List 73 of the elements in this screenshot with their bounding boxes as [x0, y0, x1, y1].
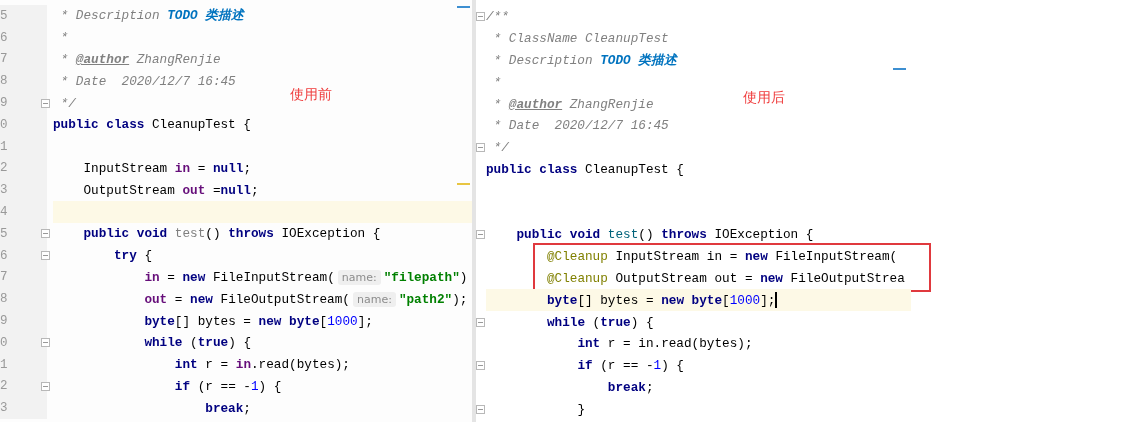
scroll-marker [457, 6, 470, 8]
code-text: while (true) { [144, 335, 251, 351]
code-text: if (r == -1) { [174, 378, 282, 394]
code-text: * Description TODO 类描述 [492, 52, 678, 69]
fold-icon[interactable] [41, 338, 50, 348]
code-text: @Cleanup InputStream in = new FileInputStream( [546, 249, 898, 265]
annotation-label: 使用后 [743, 89, 785, 107]
line-number: 9 [0, 314, 9, 329]
line-number: 7 [0, 52, 9, 67]
code-text: public void test() throws IOException { [83, 226, 381, 242]
code-text: public void test() throws IOException { [516, 227, 814, 243]
line-number: 1 [0, 357, 9, 372]
code-text: * [59, 30, 69, 46]
code-text: if (r == -1) { [577, 358, 684, 374]
code-text: int r = in.read(bytes); [577, 336, 753, 352]
line-number: 2 [0, 161, 9, 176]
line-number: 0 [0, 117, 9, 132]
fold-icon[interactable] [476, 230, 485, 240]
code-text: */ [492, 140, 509, 156]
line-number: 0 [0, 335, 9, 350]
scroll-marker [457, 183, 470, 185]
line-number: 4 [0, 205, 9, 220]
code-text: */ [59, 95, 76, 111]
code-text: @Cleanup OutputStream out = new FileOutputStrea [546, 270, 905, 286]
code-text: OutputStream out =null; [83, 182, 259, 198]
parameter-hint: name: [337, 269, 381, 285]
code-text: in = new FileInputStream( [144, 269, 335, 285]
code-text: * Date 2020/12/7 16:45 [59, 73, 236, 89]
line-number: 2 [0, 379, 9, 394]
fold-icon[interactable] [476, 361, 485, 371]
code-text: break; [607, 379, 654, 395]
code-text: * [492, 74, 502, 90]
line-number: 9 [0, 96, 9, 111]
code-text: * @author ZhangRenjie [492, 96, 654, 112]
code-text: byte[] bytes = new byte[1000]; [546, 292, 776, 308]
fold-icon[interactable] [476, 404, 485, 414]
code-text: int r = in.read(bytes); [174, 357, 350, 373]
line-number: 7 [0, 270, 9, 285]
code-text: while (true) { [546, 314, 654, 330]
line-number: 8 [0, 292, 9, 307]
line-number: 5 [0, 226, 9, 241]
fold-icon[interactable] [476, 12, 485, 22]
code-text: "filepath") [383, 269, 468, 285]
parameter-hint: name: [352, 291, 396, 307]
code-text: "path2"); [398, 291, 468, 307]
line-number: 3 [0, 183, 9, 198]
line-number: 8 [0, 74, 9, 89]
code-text: try { [113, 248, 152, 264]
code-text: /** [486, 9, 509, 25]
fold-icon[interactable] [476, 317, 485, 327]
code-text: * Date 2020/12/7 16:45 [492, 118, 669, 134]
fold-icon[interactable] [476, 143, 485, 153]
code-text: * @author ZhangRenjie [59, 52, 221, 67]
line-number: 3 [0, 401, 9, 416]
code-text: byte[] bytes = new byte[1000]; [144, 313, 373, 329]
code-text: out = new FileOutputStream( [144, 291, 350, 307]
code-text: * Description TODO 类描述 [59, 7, 245, 25]
code-text: } [577, 401, 585, 417]
fold-icon[interactable] [41, 251, 50, 261]
code-text: public class CleanupTest { [53, 117, 251, 133]
annotation-label: 使用前 [290, 86, 332, 104]
line-number: 5 [0, 8, 9, 23]
fold-icon[interactable] [41, 229, 50, 239]
fold-icon[interactable] [41, 381, 50, 391]
scroll-marker [893, 68, 906, 70]
code-text: break; [205, 400, 251, 416]
fold-icon[interactable] [41, 98, 50, 108]
code-text: InputStream in = null; [83, 160, 251, 176]
line-number: 6 [0, 248, 9, 263]
line-number: 6 [0, 30, 9, 45]
line-number: 1 [0, 139, 9, 154]
code-text: * ClassName CleanupTest [492, 31, 669, 47]
code-text: public class CleanupTest { [486, 161, 684, 177]
